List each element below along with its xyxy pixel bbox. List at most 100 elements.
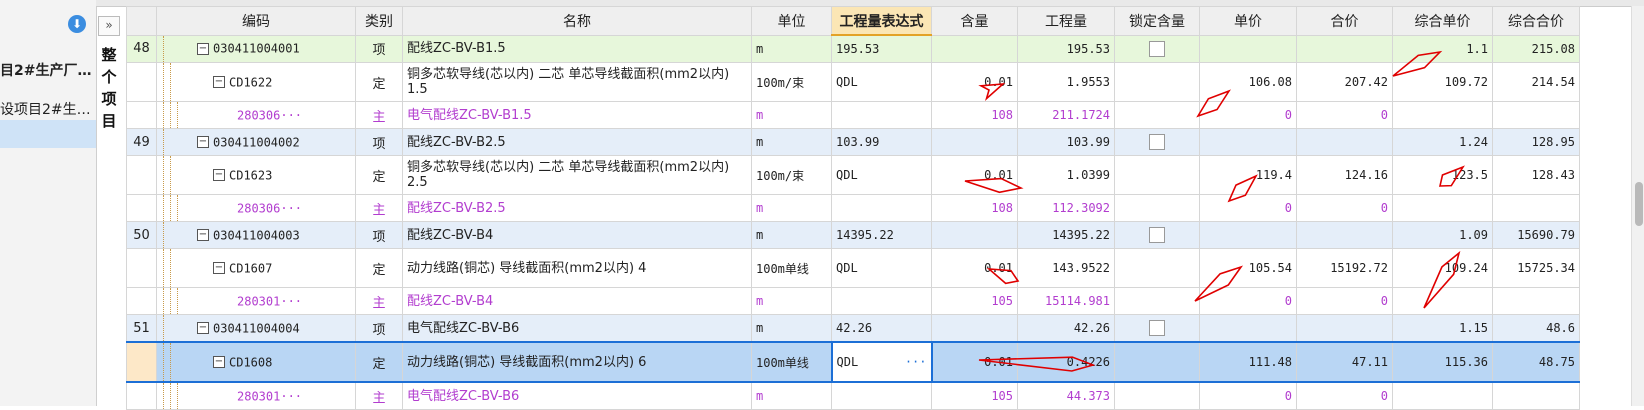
col-header-composite-total[interactable]: 综合合价 bbox=[1492, 6, 1580, 36]
composite-unit-price-cell[interactable] bbox=[1392, 194, 1493, 222]
row-number[interactable] bbox=[126, 381, 157, 410]
table-row[interactable]: − CD1607 定动力线路(铜芯) 导线截面积(mm2以内) 4 100m单线 QDL… bbox=[126, 248, 1580, 288]
tree-collapse-icon[interactable]: − bbox=[197, 229, 209, 241]
quantity-cell[interactable]: 44.373 bbox=[1017, 381, 1115, 410]
lock-content-cell[interactable] bbox=[1114, 287, 1200, 315]
code-cell[interactable]: −030411004001 bbox=[156, 34, 356, 63]
content-cell[interactable]: 108 bbox=[931, 101, 1018, 129]
tree-collapse-icon[interactable]: − bbox=[197, 136, 209, 148]
lock-content-cell[interactable] bbox=[1114, 194, 1200, 222]
composite-unit-price-cell[interactable]: 109.24 bbox=[1392, 248, 1493, 288]
content-cell[interactable] bbox=[931, 221, 1018, 249]
composite-unit-price-cell[interactable] bbox=[1392, 287, 1493, 315]
category-cell[interactable]: 定 bbox=[355, 248, 403, 288]
col-header-content[interactable]: 含量 bbox=[931, 6, 1018, 36]
category-cell[interactable]: 主 bbox=[355, 194, 403, 222]
lock-content-checkbox[interactable] bbox=[1149, 40, 1165, 57]
unit-cell[interactable]: 100m单线 bbox=[751, 341, 832, 383]
project-item-1[interactable]: 目2#生产厂… bbox=[0, 60, 94, 80]
total-price-cell[interactable]: 124.16 bbox=[1296, 155, 1393, 195]
total-price-cell[interactable] bbox=[1296, 314, 1393, 343]
composite-total-cell[interactable]: 215.08 bbox=[1492, 34, 1580, 63]
content-cell[interactable] bbox=[931, 128, 1018, 156]
unit-price-cell[interactable]: 0 bbox=[1199, 287, 1297, 315]
lock-content-cell[interactable] bbox=[1114, 128, 1200, 156]
quantity-expression-cell[interactable]: QDL bbox=[831, 248, 932, 288]
selected-tree-node[interactable] bbox=[0, 120, 96, 148]
project-item-2[interactable]: 设项目2#生… bbox=[0, 99, 94, 119]
lock-content-checkbox[interactable] bbox=[1149, 227, 1165, 243]
col-header-unit[interactable]: 单位 bbox=[751, 6, 832, 36]
unit-cell[interactable]: m bbox=[751, 314, 832, 343]
composite-unit-price-cell[interactable]: 1.09 bbox=[1392, 221, 1493, 249]
category-cell[interactable]: 项 bbox=[355, 34, 403, 63]
total-price-cell[interactable] bbox=[1296, 34, 1393, 63]
composite-unit-price-cell[interactable]: 1.15 bbox=[1392, 314, 1493, 343]
category-cell[interactable]: 项 bbox=[355, 128, 403, 156]
code-cell[interactable]: − CD1608 bbox=[156, 341, 356, 383]
quantity-expression-cell[interactable]: QDL ··· bbox=[830, 341, 933, 383]
unit-price-cell[interactable] bbox=[1199, 221, 1297, 249]
quantity-expression-cell[interactable]: 103.99 bbox=[831, 128, 932, 156]
quantity-expression-cell[interactable]: 195.53 bbox=[831, 34, 932, 63]
row-number[interactable]: 51 bbox=[126, 314, 157, 343]
lock-content-cell[interactable] bbox=[1114, 381, 1200, 410]
unit-cell[interactable]: m bbox=[751, 221, 832, 249]
content-cell[interactable]: 105 bbox=[931, 287, 1018, 315]
col-header-code[interactable]: 编码 bbox=[156, 6, 356, 36]
row-number[interactable] bbox=[126, 155, 157, 195]
table-row[interactable]: − CD1608 定动力线路(铜芯) 导线截面积(mm2以内) 6 100m单线 QDL… bbox=[126, 341, 1580, 383]
code-cell[interactable]: −030411004004 bbox=[156, 314, 356, 343]
scrollbar-thumb[interactable] bbox=[1635, 182, 1643, 226]
row-number[interactable] bbox=[126, 287, 157, 315]
quantity-expression-cell[interactable] bbox=[831, 381, 932, 410]
quantity-cell[interactable]: 143.9522 bbox=[1017, 248, 1115, 288]
quantity-cell[interactable]: 42.26 bbox=[1017, 314, 1115, 343]
name-cell[interactable]: 配线ZC-BV-B1.5 bbox=[402, 34, 752, 63]
composite-unit-price-cell[interactable]: 109.72 bbox=[1392, 62, 1493, 102]
content-cell[interactable] bbox=[931, 34, 1018, 63]
lock-content-cell[interactable] bbox=[1114, 341, 1200, 383]
lock-content-checkbox[interactable] bbox=[1149, 134, 1165, 150]
composite-total-cell[interactable] bbox=[1492, 194, 1580, 222]
composite-total-cell[interactable]: 48.75 bbox=[1492, 341, 1580, 383]
lock-content-cell[interactable] bbox=[1114, 101, 1200, 129]
category-cell[interactable]: 主 bbox=[355, 101, 403, 129]
quantity-expression-cell[interactable]: QDL bbox=[831, 62, 932, 102]
total-price-cell[interactable]: 0 bbox=[1296, 101, 1393, 129]
col-header-lock-content[interactable]: 锁定含量 bbox=[1114, 6, 1200, 36]
quantity-expression-cell[interactable] bbox=[831, 287, 932, 315]
composite-unit-price-cell[interactable] bbox=[1392, 381, 1493, 410]
tree-collapse-icon[interactable]: − bbox=[197, 322, 209, 334]
unit-price-cell[interactable]: 0 bbox=[1199, 194, 1297, 222]
total-price-cell[interactable]: 207.42 bbox=[1296, 62, 1393, 102]
name-cell[interactable]: 配线ZC-BV-B4 bbox=[402, 221, 752, 249]
unit-cell[interactable]: m bbox=[751, 128, 832, 156]
tree-collapse-icon[interactable]: − bbox=[213, 262, 225, 274]
unit-cell[interactable]: 100m/束 bbox=[751, 155, 832, 195]
lock-content-cell[interactable] bbox=[1114, 155, 1200, 195]
row-number[interactable]: 48 bbox=[126, 34, 157, 63]
code-cell[interactable]: 280301··· bbox=[156, 381, 356, 410]
table-row[interactable]: 280301··· 主配线ZC-BV-B4 m 105 15114.981 0 0 bbox=[126, 287, 1580, 315]
unit-price-cell[interactable]: 0 bbox=[1199, 381, 1297, 410]
content-cell[interactable] bbox=[931, 314, 1018, 343]
quantity-expression-cell[interactable] bbox=[831, 194, 932, 222]
composite-total-cell[interactable]: 15725.34 bbox=[1492, 248, 1580, 288]
table-row[interactable]: 51−030411004004 项电气配线ZC-BV-B6 m 42.26 42.26 1… bbox=[126, 314, 1580, 343]
code-cell[interactable]: − CD1607 bbox=[156, 248, 356, 288]
quantity-cell[interactable]: 1.9553 bbox=[1017, 62, 1115, 102]
unit-cell[interactable]: m bbox=[751, 381, 832, 410]
col-header-unit-price[interactable]: 单价 bbox=[1199, 6, 1297, 36]
code-cell[interactable]: 280306··· bbox=[156, 194, 356, 222]
category-cell[interactable]: 项 bbox=[355, 314, 403, 343]
col-header-category[interactable]: 类别 bbox=[355, 6, 403, 36]
name-cell[interactable]: 配线ZC-BV-B4 bbox=[402, 287, 752, 315]
table-row[interactable]: 48−030411004001 项配线ZC-BV-B1.5 m 195.53 195.5… bbox=[126, 34, 1580, 63]
table-row[interactable]: 280306··· 主配线ZC-BV-B2.5 m 108 112.3092 0 0 bbox=[126, 194, 1580, 222]
col-header-quantity-expression[interactable]: 工程量表达式 bbox=[831, 6, 932, 36]
table-row[interactable]: 280306··· 主电气配线ZC-BV-B1.5 m 108 211.1724 0 0 bbox=[126, 101, 1580, 129]
category-cell[interactable]: 主 bbox=[355, 381, 403, 410]
category-cell[interactable]: 定 bbox=[355, 341, 403, 383]
composite-unit-price-cell[interactable] bbox=[1392, 101, 1493, 129]
